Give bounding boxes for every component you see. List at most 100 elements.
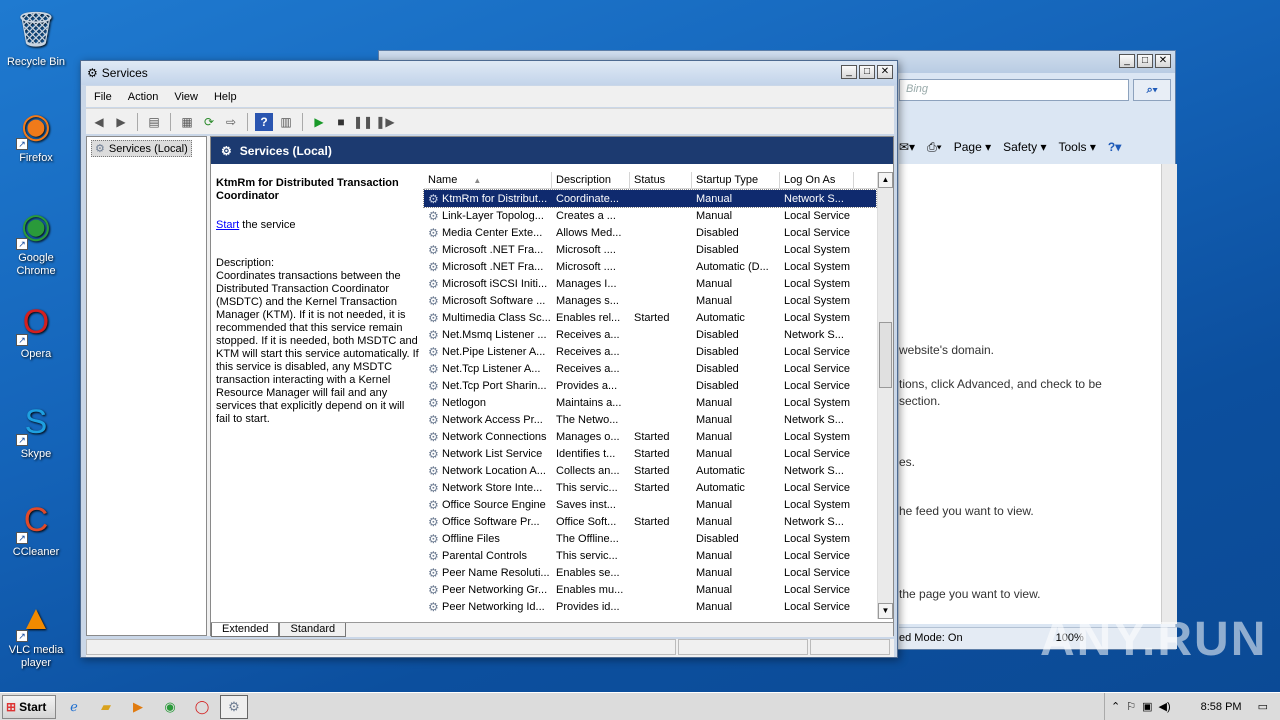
show-tree-icon[interactable]: ▤ xyxy=(145,113,163,131)
tab-extended[interactable]: Extended xyxy=(211,623,280,637)
column-header-name[interactable]: Name ▲ xyxy=(424,172,552,188)
ie-minimize-button[interactable]: _ xyxy=(1119,54,1135,68)
list-scrollbar[interactable]: ▲ ▼ xyxy=(877,172,893,619)
help-icon[interactable]: ?▾ xyxy=(1108,140,1121,154)
ie-maximize-button[interactable]: □ xyxy=(1137,54,1153,68)
services-titlebar[interactable]: ⚙ Services _ □ ✕ xyxy=(81,61,897,85)
table-row[interactable]: ⚙ Net.Pipe Listener A... Receives a... Disa… xyxy=(424,343,876,360)
service-description-cell: The Netwo... xyxy=(556,413,619,426)
table-row[interactable]: ⚙ Network Location A... Collects an... Star… xyxy=(424,462,876,479)
menu-file[interactable]: File xyxy=(86,91,120,103)
desktop-icon-vlc[interactable]: ▲ ↗ VLC media player xyxy=(6,596,66,670)
ie-search-button[interactable]: ⌕▾ xyxy=(1133,79,1171,101)
mail-icon[interactable]: ✉▾ xyxy=(899,140,915,154)
desktop-icon-opera[interactable]: O ↗ Opera xyxy=(6,300,66,361)
ie-close-button[interactable]: ✕ xyxy=(1155,54,1171,68)
start-service-link[interactable]: Start xyxy=(216,219,239,231)
volume-icon[interactable]: ◀) xyxy=(1159,700,1171,713)
table-row[interactable]: ⚙ Network List Service Identifies t... Star… xyxy=(424,445,876,462)
table-row[interactable]: ⚙ Microsoft iSCSI Initi... Manages I... Man… xyxy=(424,275,876,292)
tab-standard[interactable]: Standard xyxy=(279,623,347,637)
desktop-icon-ccleaner[interactable]: C ↗ CCleaner xyxy=(6,498,66,559)
table-row[interactable]: ⚙ Net.Msmq Listener ... Receives a... Disab… xyxy=(424,326,876,343)
protected-mode-status: ed Mode: On xyxy=(899,632,963,644)
scroll-thumb[interactable] xyxy=(879,322,892,388)
column-header-description[interactable]: Description xyxy=(552,172,630,188)
taskbar-opera-icon[interactable]: ◯ xyxy=(188,695,216,719)
close-button[interactable]: ✕ xyxy=(877,65,893,79)
table-row[interactable]: ⚙ Network Access Pr... The Netwo... Manual N… xyxy=(424,411,876,428)
pause-service-icon[interactable]: ❚❚ xyxy=(353,113,373,131)
desktop-icon-firefox[interactable]: ◉ ↗ Firefox xyxy=(6,104,66,165)
desktop-icon-skype[interactable]: S ↗ Skype xyxy=(6,400,66,461)
chrome-icon: ◉ ↗ xyxy=(14,204,58,250)
column-header-status[interactable]: Status xyxy=(630,172,692,188)
ie-safety-menu[interactable]: Safety ▾ xyxy=(1003,140,1046,154)
table-row[interactable]: ⚙ KtmRm for Distribut... Coordinate... Manu… xyxy=(423,189,877,208)
table-row[interactable]: ⚙ Microsoft .NET Fra... Microsoft .... Disa… xyxy=(424,241,876,258)
ie-page-menu[interactable]: Page ▾ xyxy=(954,140,991,154)
view-icon[interactable]: ▥ xyxy=(277,113,295,131)
back-icon[interactable]: ◀ xyxy=(90,113,108,131)
table-row[interactable]: ⚙ Offline Files The Offline... Disabled Loca… xyxy=(424,530,876,547)
scroll-up-icon[interactable]: ▲ xyxy=(878,172,893,188)
table-row[interactable]: ⚙ Media Center Exte... Allows Med... Disabl… xyxy=(424,224,876,241)
table-row[interactable]: ⚙ Microsoft Software ... Manages s... Manua… xyxy=(424,292,876,309)
maximize-button[interactable]: □ xyxy=(859,65,875,79)
table-row[interactable]: ⚙ Net.Tcp Port Sharin... Provides a... Disa… xyxy=(424,377,876,394)
table-row[interactable]: ⚙ Microsoft .NET Fra... Microsoft .... Auto… xyxy=(424,258,876,275)
network-icon[interactable]: ▣ xyxy=(1142,700,1152,713)
ie-tools-menu[interactable]: Tools ▾ xyxy=(1059,140,1096,154)
menu-view[interactable]: View xyxy=(166,91,206,103)
table-row[interactable]: ⚙ Network Connections Manages o... Started M… xyxy=(424,428,876,445)
action-center-icon[interactable]: ⚐ xyxy=(1126,700,1136,713)
print-icon[interactable]: ⎙▾ xyxy=(927,140,942,155)
properties-icon[interactable]: ▦ xyxy=(178,113,196,131)
window-title: Services xyxy=(101,66,148,80)
table-row[interactable]: ⚙ Net.Tcp Listener A... Receives a... Disab… xyxy=(424,360,876,377)
tree-item-services-local[interactable]: ⚙ Services (Local) xyxy=(91,140,192,157)
table-row[interactable]: ⚙ Office Software Pr... Office Soft... Star… xyxy=(424,513,876,530)
start-button[interactable]: ⊞ Start xyxy=(2,694,56,719)
service-startup-cell: Manual xyxy=(696,209,733,222)
show-desktop-icon[interactable]: ▭ xyxy=(1258,700,1268,713)
desktop-icon-recycle-bin[interactable]: 🗑 Recycle Bin xyxy=(6,8,66,69)
desktop-icon-chrome[interactable]: ◉ ↗ Google Chrome xyxy=(6,204,66,278)
taskbar-services-icon[interactable]: ⚙ xyxy=(220,694,248,719)
service-name-cell: ⚙ Net.Tcp Listener A... xyxy=(424,363,552,375)
stop-service-icon[interactable]: ■ xyxy=(332,113,350,131)
table-row[interactable]: ⚙ Network Store Inte... This servic... Star… xyxy=(424,479,876,496)
ie-search-input[interactable]: Bing xyxy=(899,79,1129,101)
ie-scrollbar[interactable] xyxy=(1161,164,1177,624)
start-service-icon[interactable]: ▶ xyxy=(310,113,328,131)
minimize-button[interactable]: _ xyxy=(841,65,857,79)
column-header-logon-as[interactable]: Log On As xyxy=(780,172,854,188)
column-header-startup-type[interactable]: Startup Type xyxy=(692,172,780,188)
menu-action[interactable]: Action xyxy=(120,91,167,103)
table-row[interactable]: ⚙ Netlogon Maintains a... Manual Local Syste… xyxy=(424,394,876,411)
refresh-icon[interactable]: ⟳ xyxy=(200,113,218,131)
help-icon[interactable]: ? xyxy=(255,112,273,131)
table-row[interactable]: ⚙ Peer Name Resoluti... Enables se... Manua… xyxy=(424,564,876,581)
services-window[interactable]: ⚙ Services _ □ ✕ File Action View Help ◀… xyxy=(80,60,898,658)
table-row[interactable]: ⚙ Link-Layer Topolog... Creates a ... Manua… xyxy=(424,207,876,224)
service-logon-cell: Local Service xyxy=(784,447,851,460)
taskbar-explorer-icon[interactable]: ▰ xyxy=(92,695,120,719)
scroll-down-icon[interactable]: ▼ xyxy=(878,603,893,619)
taskbar-ie-icon[interactable]: ℯ xyxy=(60,695,88,719)
table-row[interactable]: ⚙ Parental Controls This servic... Manual Lo… xyxy=(424,547,876,564)
taskbar-media-player-icon[interactable]: ▶ xyxy=(124,695,152,719)
export-list-icon[interactable]: ⇨ xyxy=(222,113,240,131)
menu-help[interactable]: Help xyxy=(206,91,245,103)
restart-service-icon[interactable]: ❚▶ xyxy=(375,113,394,131)
tray-expand-icon[interactable]: ⌃ xyxy=(1111,700,1120,713)
taskbar-chrome-icon[interactable]: ◉ xyxy=(156,695,184,719)
shortcut-arrow-icon: ↗ xyxy=(16,334,28,346)
table-row[interactable]: ⚙ Peer Networking Gr... Enables mu... Manua… xyxy=(424,581,876,598)
table-row[interactable]: ⚙ Multimedia Class Sc... Enables rel... Sta… xyxy=(424,309,876,326)
list-header: Name ▲ Description Status Startup Type Lo… xyxy=(424,172,892,189)
clock[interactable]: 8:58 PM xyxy=(1201,701,1242,713)
table-row[interactable]: ⚙ Office Source Engine Saves inst... Manual… xyxy=(424,496,876,513)
forward-icon[interactable]: ▶ xyxy=(112,113,130,131)
table-row[interactable]: ⚙ Peer Networking Id... Provides id... Manu… xyxy=(424,598,876,615)
